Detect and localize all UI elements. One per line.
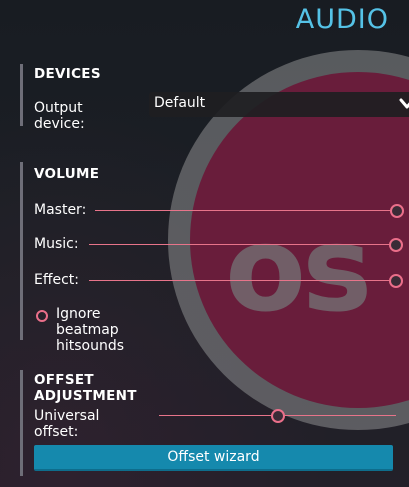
effect-volume-track xyxy=(89,280,403,281)
offset-section: OFFSET ADJUSTMENT Universal offset: Offs… xyxy=(20,370,396,476)
effect-volume-slider[interactable] xyxy=(89,274,403,288)
master-volume-knob[interactable] xyxy=(390,204,404,218)
ignore-hitsounds-checkbox[interactable] xyxy=(36,310,48,322)
music-volume-label: Music: xyxy=(34,236,79,252)
offset-heading: OFFSET ADJUSTMENT xyxy=(34,372,137,404)
devices-heading: DEVICES xyxy=(34,66,101,82)
output-device-dropdown[interactable]: Default xyxy=(149,92,409,117)
universal-offset-label: Universal offset: xyxy=(34,408,100,440)
effect-volume-knob[interactable] xyxy=(389,274,403,288)
ignore-hitsounds-label[interactable]: Ignore beatmap hitsounds xyxy=(56,306,124,354)
effect-volume-label: Effect: xyxy=(34,272,80,288)
chevron-down-icon xyxy=(399,98,409,109)
music-volume-knob[interactable] xyxy=(389,238,403,252)
offset-wizard-button[interactable]: Offset wizard xyxy=(34,445,393,471)
music-volume-track xyxy=(89,244,403,245)
master-volume-slider[interactable] xyxy=(95,204,404,218)
volume-heading: VOLUME xyxy=(34,166,100,182)
volume-section: VOLUME Master: Music: Effect: Ignore bea… xyxy=(20,162,404,354)
output-device-value: Default xyxy=(154,95,206,111)
music-volume-slider[interactable] xyxy=(89,238,403,252)
page-title: AUDIO xyxy=(295,4,389,35)
master-volume-label: Master: xyxy=(34,202,87,218)
universal-offset-knob[interactable] xyxy=(270,409,285,423)
universal-offset-slider[interactable] xyxy=(159,409,396,423)
master-volume-track xyxy=(95,210,404,211)
devices-section: DEVICES Output device: Default xyxy=(20,64,409,132)
output-device-label: Output device: xyxy=(34,100,85,132)
